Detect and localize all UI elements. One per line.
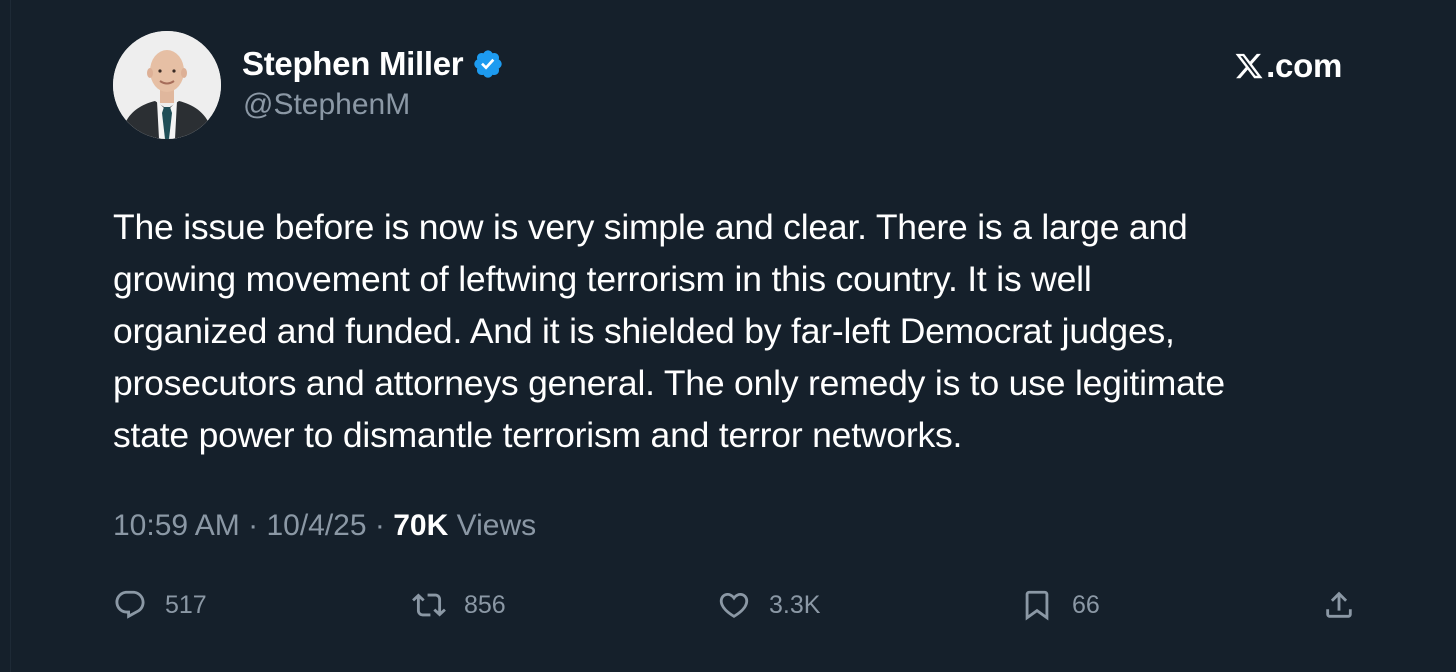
brand-label: .com	[1266, 47, 1342, 84]
author-name-row: Stephen Miller	[242, 44, 504, 84]
bookmark-count: 66	[1072, 590, 1100, 619]
brand-logo: .com	[1234, 47, 1342, 84]
tweet-text-line: growing movement of leftwing terrorism i…	[113, 259, 1092, 299]
reply-button[interactable]: 517	[113, 585, 207, 625]
bookmark-icon	[1025, 590, 1049, 621]
tweet-text-line: prosecutors and attorneys general. The o…	[113, 363, 1225, 403]
like-button[interactable]: 3.3K	[717, 585, 820, 625]
heart-icon	[719, 592, 749, 618]
meta-separator: ·	[248, 509, 259, 542]
meta-separator: ·	[374, 509, 385, 542]
retweet-count: 856	[464, 590, 506, 619]
retweet-icon	[412, 593, 446, 617]
share-icon	[1326, 591, 1352, 618]
tweet-text-line: organized and funded. And it is shielded…	[113, 311, 1175, 351]
tweet-date[interactable]: 10/4/25	[266, 509, 366, 542]
reply-icon	[115, 590, 145, 619]
bookmark-button[interactable]: 66	[1020, 585, 1100, 625]
author-handle[interactable]: @StephenM	[243, 88, 410, 122]
tweet-text-line: The issue before is now is very simple a…	[113, 207, 1188, 247]
action-bar: 517 856 3.3K 66	[0, 585, 1456, 625]
tweet-card: Stephen Miller @StephenM .com The issue …	[0, 0, 1456, 672]
views-label: Views	[456, 509, 537, 542]
reply-count: 517	[165, 590, 207, 619]
tweet-text: The issue before is now is very simple a…	[113, 201, 1363, 461]
tweet-text-line: state power to dismantle terrorism and t…	[113, 415, 963, 455]
like-count: 3.3K	[769, 590, 821, 619]
tweet-time[interactable]: 10:59 AM	[113, 509, 240, 542]
tweet-meta: 10:59 AM · 10/4/25 · 70K Views	[113, 509, 536, 543]
verified-badge-icon	[474, 50, 503, 78]
retweet-button[interactable]: 856	[412, 585, 506, 625]
author-display-name[interactable]: Stephen Miller	[242, 45, 464, 83]
share-button[interactable]	[1322, 585, 1356, 625]
x-logo-icon	[1235, 53, 1263, 79]
views-count: 70K	[393, 509, 449, 542]
avatar[interactable]	[113, 31, 221, 139]
avatar-photo	[113, 31, 221, 139]
